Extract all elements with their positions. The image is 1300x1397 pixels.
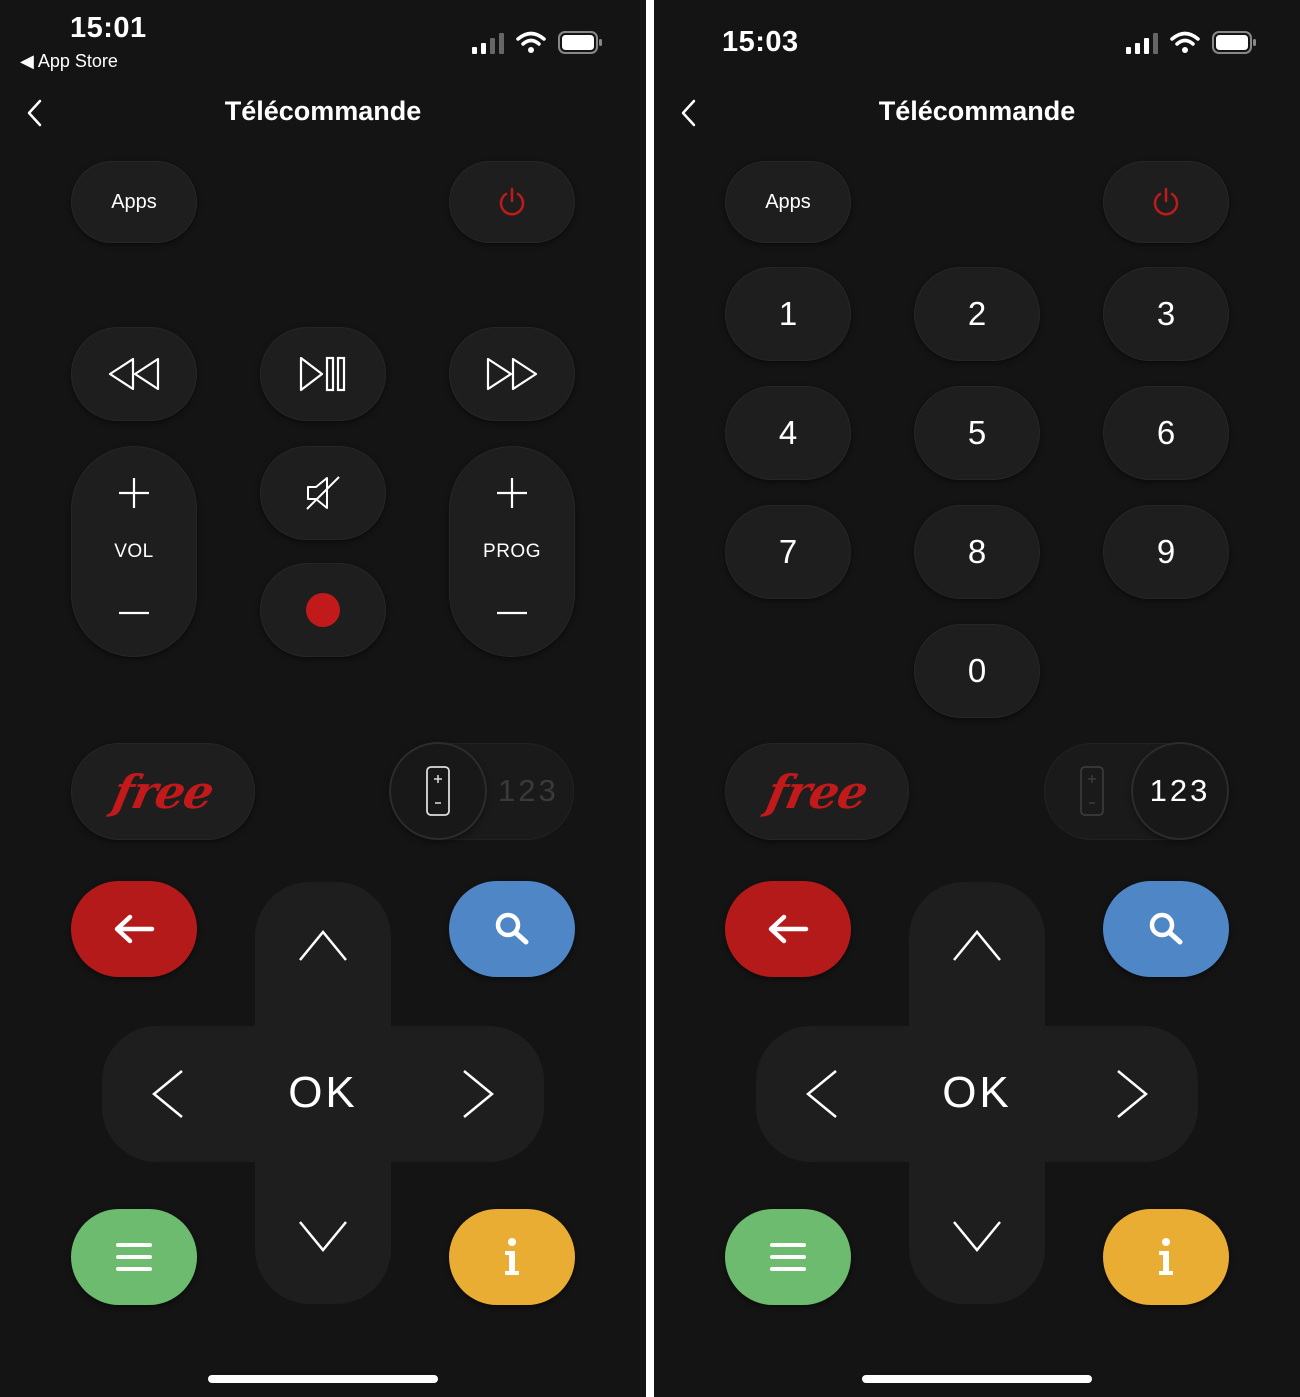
- dpad-left-icon[interactable]: [150, 1068, 186, 1120]
- play-pause-icon: [299, 356, 346, 392]
- menu-icon: [116, 1243, 152, 1271]
- rewind-icon: [108, 357, 160, 391]
- key-3-button[interactable]: 3: [1103, 267, 1229, 361]
- keypad-mode-label: 123: [498, 773, 559, 808]
- info-icon: [505, 1238, 519, 1275]
- key-label: 2: [967, 295, 987, 332]
- key-0-button[interactable]: 0: [914, 624, 1040, 718]
- dpad-down-icon[interactable]: [951, 1218, 1003, 1254]
- remote-screen-remote-mode: 15:01 ◀ App Store Télécommande Apps VOL …: [0, 0, 646, 1397]
- key-5-button[interactable]: 5: [914, 386, 1040, 480]
- dpad-left-icon[interactable]: [804, 1068, 840, 1120]
- key-9-button[interactable]: 9: [1103, 505, 1229, 599]
- power-button[interactable]: [1103, 161, 1229, 243]
- key-8-button[interactable]: 8: [914, 505, 1040, 599]
- key-label: 4: [778, 414, 798, 451]
- menu-button[interactable]: [725, 1209, 851, 1305]
- home-indicator[interactable]: [862, 1375, 1092, 1383]
- ok-button[interactable]: OK: [248, 1068, 398, 1118]
- apps-button-label: Apps: [765, 190, 811, 213]
- apps-button[interactable]: Apps: [725, 161, 851, 243]
- program-up-icon[interactable]: [495, 476, 529, 510]
- key-2-button[interactable]: 2: [914, 267, 1040, 361]
- info-button[interactable]: [1103, 1209, 1229, 1305]
- record-button[interactable]: [260, 563, 386, 657]
- volume-up-icon[interactable]: [117, 476, 151, 510]
- battery-icon: [558, 31, 602, 54]
- power-icon: [1153, 187, 1179, 216]
- info-button[interactable]: [449, 1209, 575, 1305]
- apps-button[interactable]: Apps: [71, 161, 197, 243]
- volume-down-icon[interactable]: [117, 596, 151, 630]
- menu-button[interactable]: [71, 1209, 197, 1305]
- toggle-knob: [391, 744, 485, 838]
- apps-button-label: Apps: [111, 190, 157, 213]
- dpad-up-icon[interactable]: [951, 928, 1003, 964]
- key-4-button[interactable]: 4: [725, 386, 851, 480]
- menu-icon: [770, 1243, 806, 1271]
- key-label: 5: [967, 414, 987, 451]
- cellular-signal-icon: [1126, 33, 1158, 54]
- fast-forward-icon: [486, 357, 538, 391]
- home-indicator[interactable]: [208, 1375, 438, 1383]
- remote-icon: [426, 766, 450, 816]
- back-to-app-store-link[interactable]: ◀ App Store: [20, 51, 118, 72]
- dpad-up-icon[interactable]: [297, 928, 349, 964]
- free-logo: free: [761, 764, 873, 819]
- dpad-down-icon[interactable]: [297, 1218, 349, 1254]
- remote-icon: [1080, 766, 1104, 816]
- power-button[interactable]: [449, 161, 575, 243]
- dpad-right-icon[interactable]: [1114, 1068, 1150, 1120]
- key-6-button[interactable]: 6: [1103, 386, 1229, 480]
- key-label: 9: [1156, 533, 1176, 570]
- mute-button[interactable]: [260, 446, 386, 540]
- power-icon: [499, 187, 525, 216]
- wifi-icon: [516, 31, 546, 53]
- key-label: 0: [967, 652, 987, 689]
- battery-icon: [1212, 31, 1256, 54]
- volume-control: VOL: [71, 446, 197, 657]
- info-icon: [1159, 1238, 1173, 1275]
- keypad-mode-label: 123: [1149, 773, 1211, 808]
- volume-label: VOL: [114, 541, 154, 562]
- fast-forward-button[interactable]: [449, 327, 575, 421]
- key-1-button[interactable]: 1: [725, 267, 851, 361]
- cellular-signal-icon: [472, 33, 504, 54]
- free-logo: free: [107, 764, 219, 819]
- key-label: 3: [1156, 295, 1176, 332]
- wifi-icon: [1170, 31, 1200, 53]
- key-label: 1: [778, 295, 798, 332]
- remote-keypad-toggle[interactable]: 123: [390, 743, 574, 840]
- status-time: 15:03: [722, 26, 799, 58]
- record-icon: [306, 593, 340, 627]
- play-pause-button[interactable]: [260, 327, 386, 421]
- page-title: Télécommande: [878, 96, 1076, 126]
- program-down-icon[interactable]: [495, 596, 529, 630]
- ok-button[interactable]: OK: [902, 1068, 1052, 1118]
- status-time: 15:01: [70, 12, 147, 44]
- free-button[interactable]: free: [725, 743, 909, 840]
- program-control: PROG: [449, 446, 575, 657]
- page-title: Télécommande: [224, 96, 422, 126]
- free-button[interactable]: free: [71, 743, 255, 840]
- key-label: 8: [967, 533, 987, 570]
- key-label: 6: [1156, 414, 1176, 451]
- dpad-right-icon[interactable]: [460, 1068, 496, 1120]
- remote-screen-keypad-mode: 15:03 Télécommande Apps 1 2 3 4 5 6 7 8 …: [654, 0, 1300, 1397]
- toggle-knob: 123: [1133, 744, 1227, 838]
- key-7-button[interactable]: 7: [725, 505, 851, 599]
- remote-keypad-toggle[interactable]: 123: [1044, 743, 1228, 840]
- program-label: PROG: [483, 541, 541, 562]
- mute-icon: [306, 476, 340, 510]
- key-label: 7: [778, 533, 798, 570]
- rewind-button[interactable]: [71, 327, 197, 421]
